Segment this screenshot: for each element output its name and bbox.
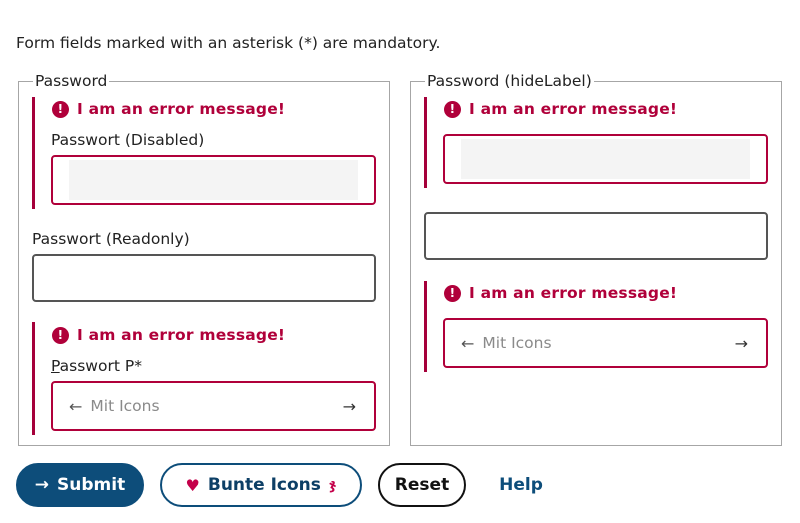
password-hidelabel-legend: Password (hideLabel)	[427, 72, 592, 90]
help-button[interactable]: Help	[488, 463, 554, 507]
password-hidden-readonly-input[interactable]	[424, 212, 768, 260]
error-bar	[32, 97, 35, 209]
arrow-right-icon[interactable]: →	[343, 397, 356, 416]
arrow-left-icon: ←	[69, 396, 83, 416]
mandatory-hint: Form fields marked with an asterisk (*) …	[16, 34, 441, 52]
error-icon: !	[52, 100, 69, 118]
squirrel-icon: ჯ	[328, 477, 337, 493]
submit-button[interactable]: → Submit	[16, 463, 144, 507]
password-disabled-input	[51, 155, 376, 205]
heart-icon: ♥	[185, 475, 200, 495]
error-bar	[32, 322, 35, 435]
error-message: ! I am an error message!	[52, 326, 285, 344]
icons-placeholder: Mit Icons	[482, 334, 552, 352]
password-hidden-icons-input[interactable]: ← Mit Icons →	[443, 318, 768, 368]
password-icons-input[interactable]: ← Mit Icons →	[51, 381, 376, 431]
error-icon: !	[444, 100, 461, 118]
arrow-right-icon: →	[34, 475, 50, 495]
arrow-left-icon: ←	[461, 333, 475, 353]
error-message: ! I am an error message!	[52, 100, 285, 118]
password-p-label: Passwort P*	[51, 357, 142, 375]
reset-button[interactable]: Reset	[378, 463, 466, 507]
bunte-icons-button[interactable]: ♥ Bunte Icons ჯ	[160, 463, 362, 507]
password-readonly-input[interactable]	[32, 254, 376, 302]
disabled-label: Passwort (Disabled)	[51, 131, 205, 149]
arrow-right-icon[interactable]: →	[735, 334, 748, 353]
readonly-label: Passwort (Readonly)	[32, 230, 190, 248]
error-icon: !	[52, 326, 69, 344]
error-message: ! I am an error message!	[444, 284, 677, 302]
error-icon: !	[444, 284, 461, 302]
error-bar	[424, 97, 427, 188]
password-hidden-disabled-input	[443, 134, 768, 184]
icons-placeholder: Mit Icons	[90, 397, 160, 415]
password-legend: Password	[35, 72, 108, 90]
error-bar	[424, 281, 427, 372]
error-message: ! I am an error message!	[444, 100, 677, 118]
